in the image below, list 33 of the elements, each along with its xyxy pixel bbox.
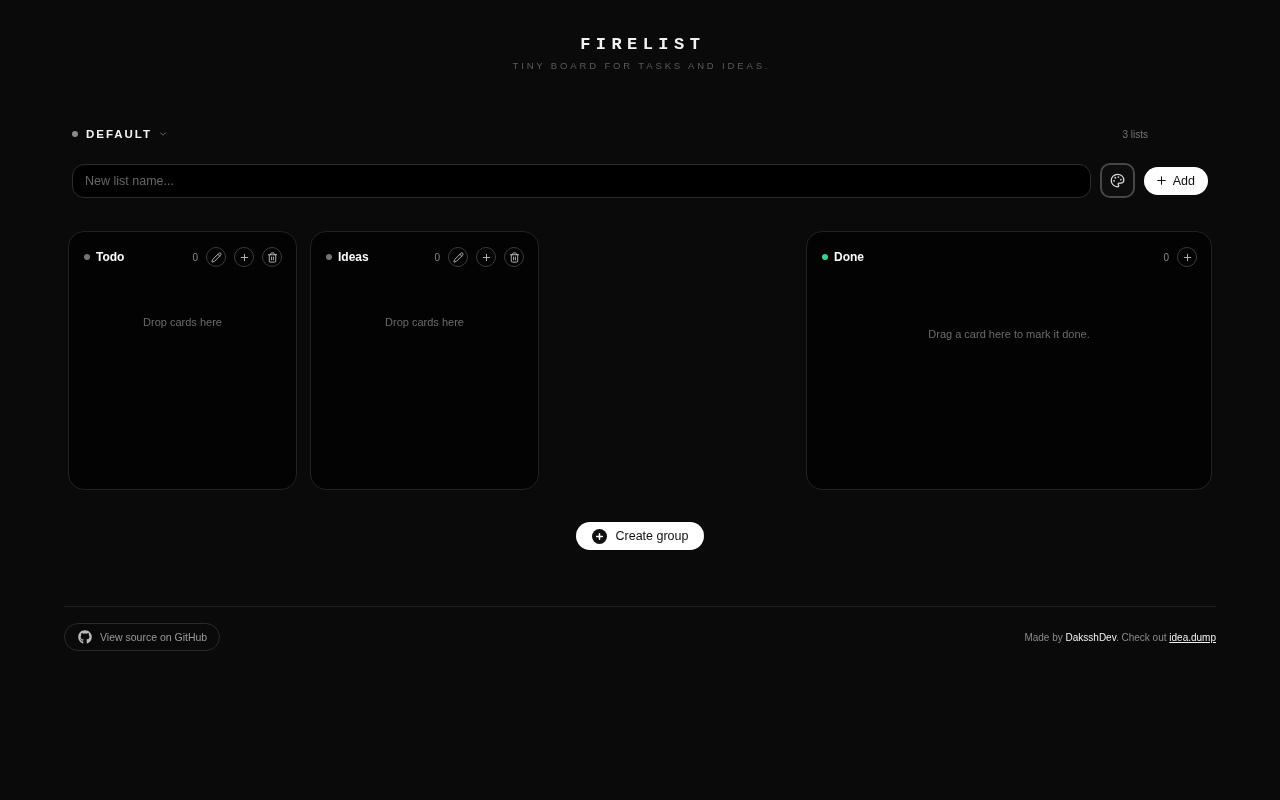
github-icon (78, 630, 92, 644)
palette-button[interactable] (1099, 163, 1135, 198)
idea-dump-link[interactable]: idea.dump (1169, 631, 1216, 643)
list-count: 3 lists (1122, 128, 1148, 140)
add-button[interactable]: Add (1143, 166, 1208, 195)
plus-circle-icon (591, 528, 607, 544)
trash-icon (508, 251, 520, 263)
credit-text: Made by DaksshDev. Check out idea.dump (1024, 631, 1216, 643)
palette-icon (1109, 173, 1125, 188)
plus-icon (238, 251, 250, 263)
create-group-button[interactable]: Create group (575, 522, 705, 550)
list-title: Ideas (338, 250, 369, 264)
group-selector[interactable]: DEFAULT (86, 128, 168, 140)
pencil-icon (210, 251, 222, 263)
empty-hint: Drop cards here (142, 316, 223, 328)
pencil-icon (452, 251, 464, 263)
app-title: FIRELIST (579, 34, 706, 56)
dot-icon (72, 131, 78, 137)
list-title: Todo (96, 250, 125, 264)
empty-hint: Drop cards here (384, 316, 465, 328)
card-count: 0 (192, 251, 198, 263)
plus-icon (1154, 174, 1168, 187)
card-count: 0 (1163, 251, 1169, 263)
app-subtitle: TINY BOARD FOR TASKS AND IDEAS. (511, 60, 771, 72)
card-count: 0 (434, 251, 440, 263)
plus-icon (1181, 251, 1193, 263)
plus-icon (480, 251, 492, 263)
trash-icon (266, 251, 278, 263)
chevron-down-icon (157, 129, 168, 139)
author-link[interactable]: DaksshDev (1065, 631, 1116, 643)
list-name-input[interactable]: New list name... (72, 163, 1091, 198)
empty-hint: Drag a card here to mark it done. (927, 328, 1091, 340)
list-title: Done (834, 250, 864, 264)
